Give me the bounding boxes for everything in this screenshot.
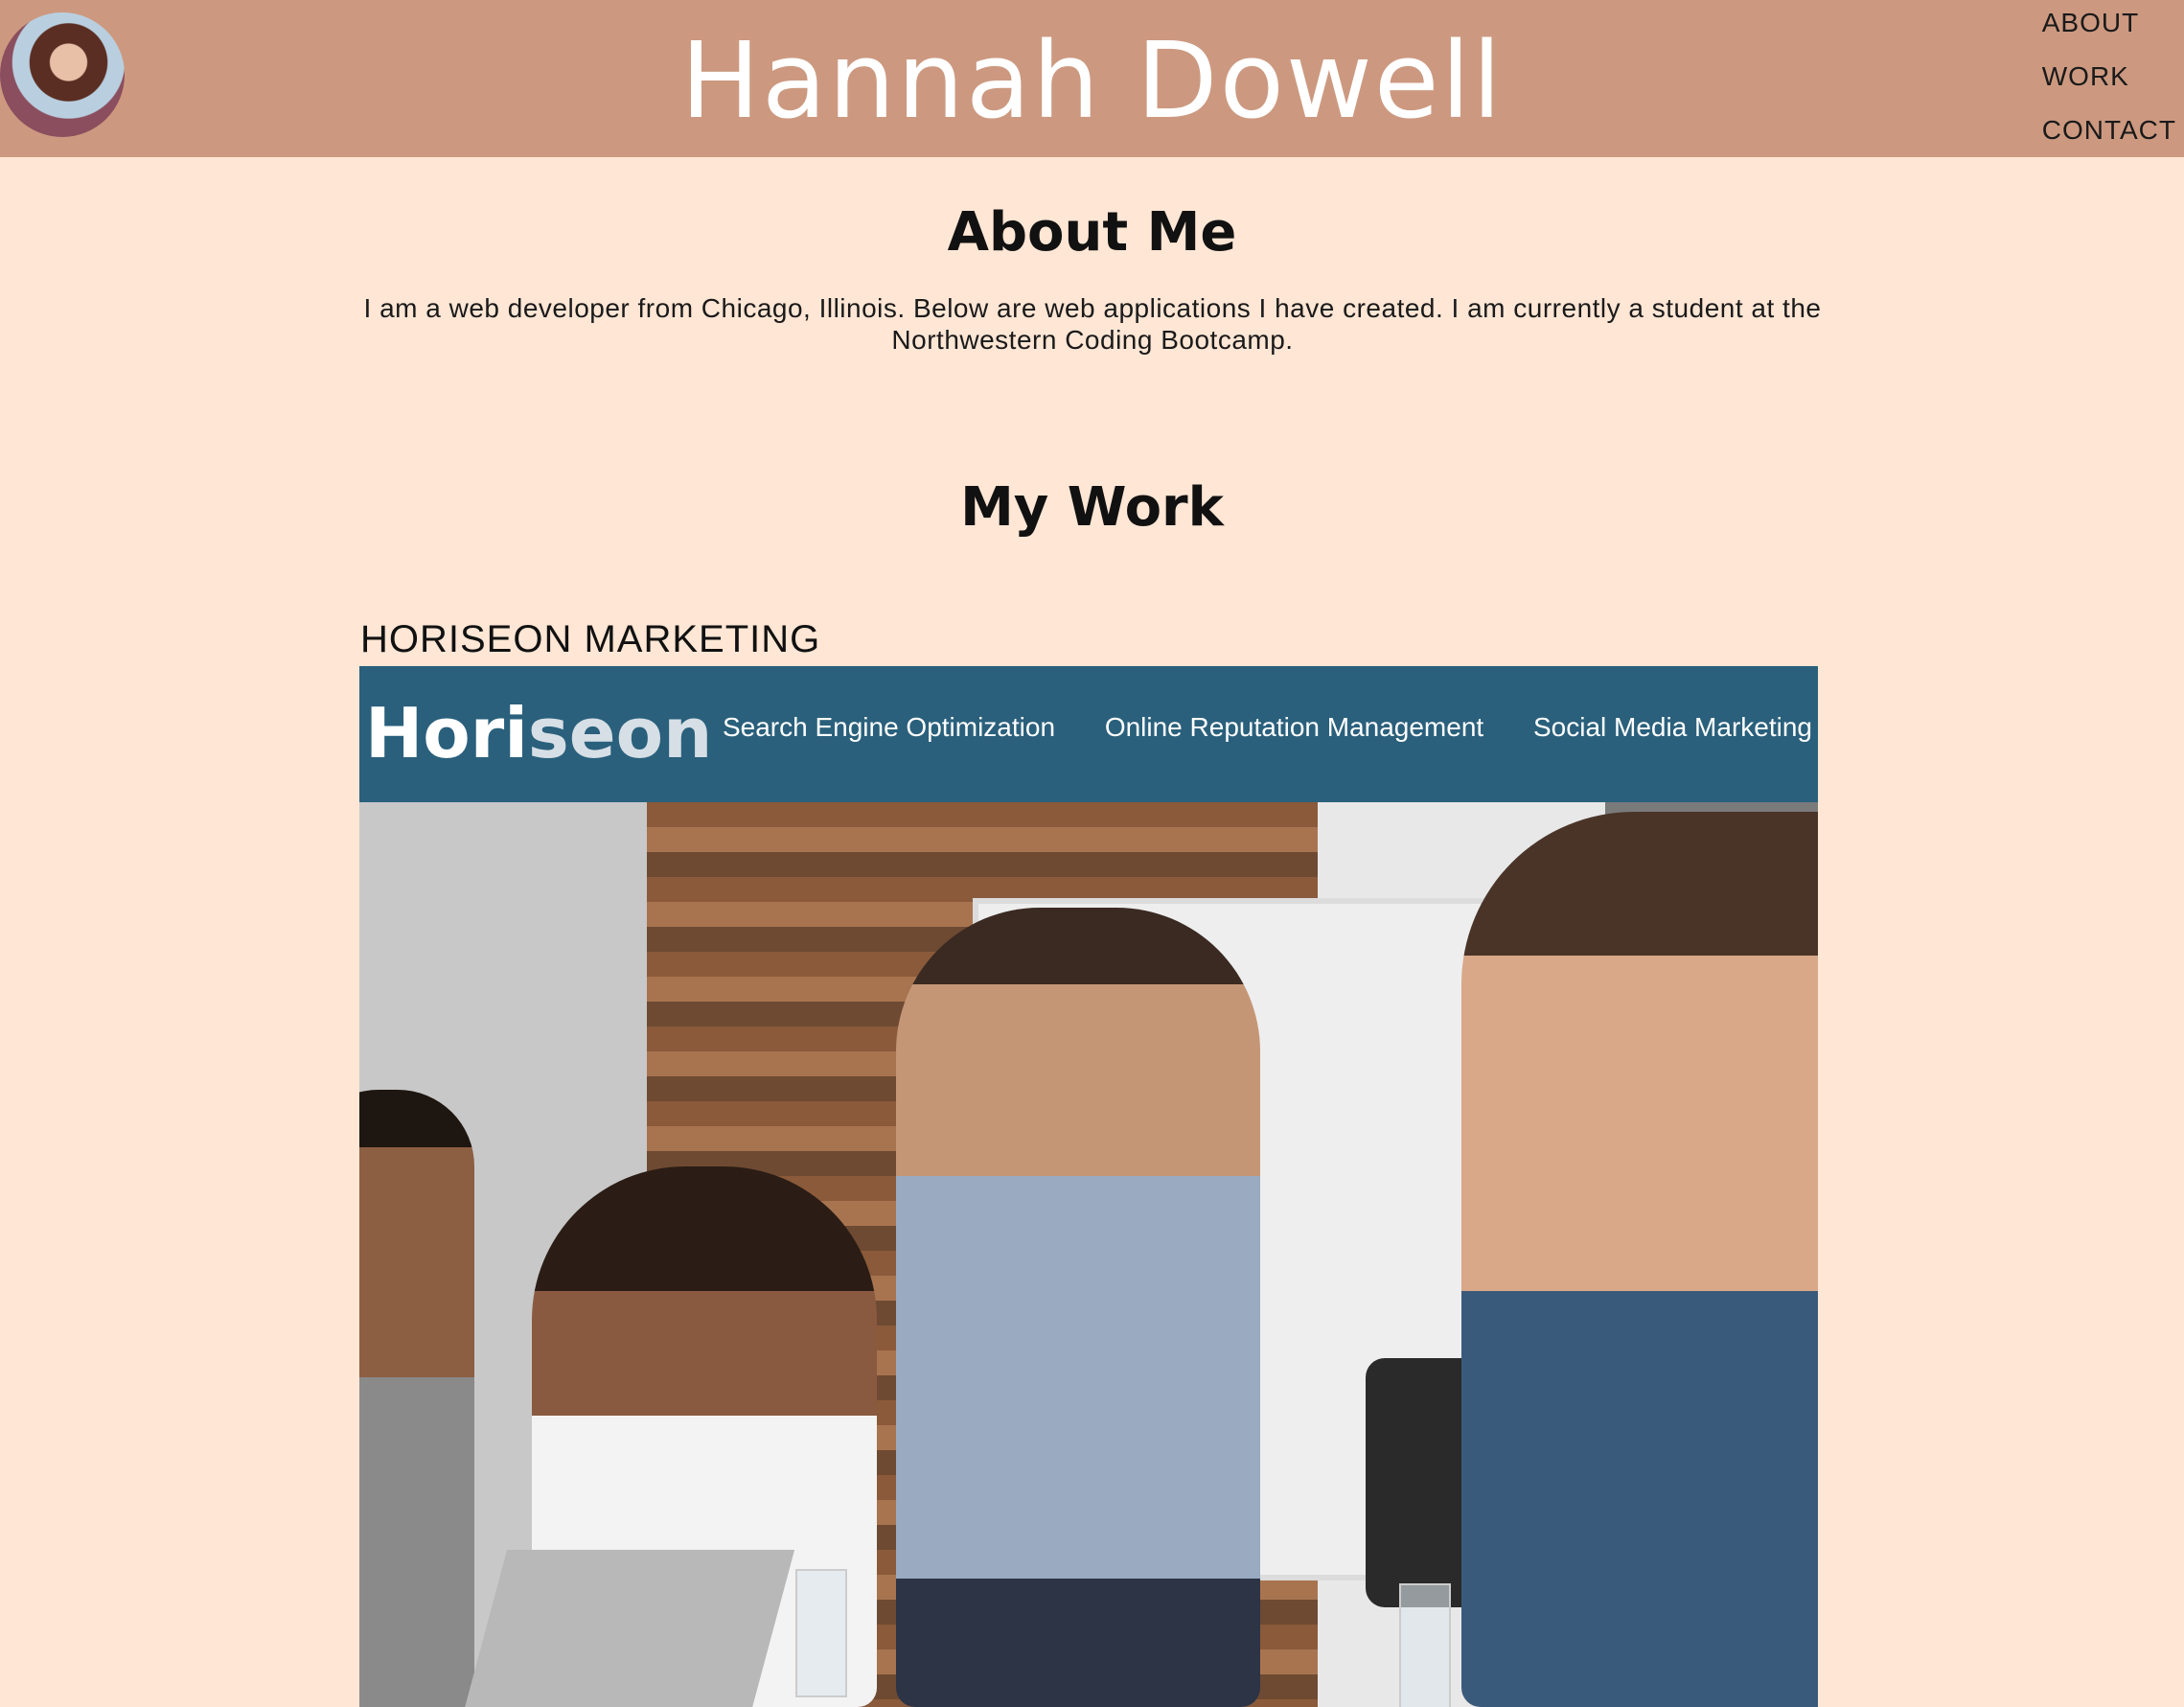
nav-contact-link[interactable]: CONTACT (2042, 111, 2176, 165)
person-center (896, 908, 1260, 1707)
person-left (359, 1090, 474, 1707)
person-right (1461, 812, 1818, 1707)
project-title: HORISEON MARKETING (360, 618, 821, 660)
work-heading: My Work (960, 476, 1224, 539)
nav-about-link[interactable]: ABOUT (2042, 4, 2176, 58)
site-header: Hannah Dowell ABOUT WORK CONTACT (0, 0, 2184, 157)
laptop (460, 1550, 795, 1707)
project-nav-item: Social Media Marketing (1532, 712, 1812, 742)
project-screenshot-header: Horiseon Search Engine Optimization Onli… (359, 666, 1818, 802)
glass (795, 1569, 847, 1697)
project-nav-item: Search Engine Optimization (722, 712, 1056, 742)
site-title: Hannah Dowell (680, 19, 1504, 142)
project-logo-bold: Hori (365, 693, 528, 773)
project-nav-item: Online Reputation Management (1104, 712, 1484, 742)
about-text: I am a web developer from Chicago, Illin… (363, 293, 1822, 355)
project-logo: Horiseon (365, 693, 712, 773)
main-nav: ABOUT WORK CONTACT (2042, 4, 2176, 165)
about-heading: About Me (947, 201, 1237, 264)
project-nav: Search Engine Optimization Online Reputa… (680, 712, 1812, 743)
nav-work-link[interactable]: WORK (2042, 58, 2176, 111)
glass (1399, 1583, 1451, 1707)
project-screenshot[interactable]: Horiseon Search Engine Optimization Onli… (359, 666, 1818, 1707)
project-hero-photo (359, 802, 1818, 1707)
